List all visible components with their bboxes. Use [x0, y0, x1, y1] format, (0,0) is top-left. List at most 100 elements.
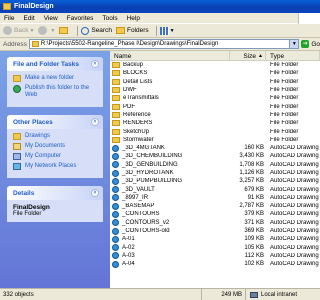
toolbar-separator — [77, 25, 79, 36]
file-size: 379 KB — [244, 211, 264, 218]
views-button[interactable]: ▼ — [159, 26, 175, 35]
menu-help[interactable]: Help — [127, 15, 140, 22]
file-row[interactable]: Reference File Folder — [110, 111, 320, 119]
menu-view[interactable]: View — [44, 15, 58, 22]
file-row[interactable]: _8997_IR 91 KB AutoCAD Drawing — [110, 194, 320, 202]
file-row[interactable]: _CONTOURS_v2 371 KB AutoCAD Drawing — [110, 219, 320, 227]
file-name: PDF — [123, 103, 135, 110]
file-name-cell: _3D_GENBUILDING — [110, 161, 230, 169]
place-my-network-places[interactable]: My Network Places — [13, 163, 97, 170]
chevron-down-icon[interactable]: ▼ — [289, 40, 299, 48]
file-row[interactable]: _CONTOURS 379 KB AutoCAD Drawing — [110, 210, 320, 218]
place-label: My Documents — [25, 143, 66, 149]
folder-icon — [112, 62, 120, 69]
status-size: 249 MB — [202, 288, 246, 300]
file-row[interactable]: Stormwater File Folder — [110, 136, 320, 144]
address-value: R:\Projects\5502-Rangeline_Phase I\Desig… — [40, 41, 219, 47]
file-row[interactable]: eTransmittals File Folder — [110, 94, 320, 102]
task-label: Make a new folder — [25, 75, 75, 81]
file-row[interactable]: _3D_VAULT 679 KB AutoCAD Drawing — [110, 185, 320, 194]
file-type: AutoCAD Drawing — [270, 178, 319, 185]
menu-tools[interactable]: Tools — [102, 15, 117, 22]
file-row[interactable]: A-03 112 KB AutoCAD Drawing — [110, 252, 320, 260]
task-make-new-folder[interactable]: Make a new folder — [13, 75, 97, 82]
task-publish-to-web[interactable]: Publish this folder to the Web — [13, 85, 97, 99]
file-type: AutoCAD Drawing — [270, 211, 319, 218]
column-name[interactable]: Name — [110, 51, 230, 61]
autocad-drawing-icon — [112, 161, 119, 169]
address-label: Address — [3, 40, 27, 48]
file-name: Stormwater — [123, 136, 154, 143]
address-input[interactable]: R:\Projects\5502-Rangeline_Phase I\Desig… — [28, 39, 300, 49]
autocad-drawing-icon — [112, 235, 119, 243]
file-name-cell: Reference — [110, 111, 230, 118]
file-list: Name Size ▲ Type Backup File Folder BLOCKS F… — [110, 51, 320, 288]
other-places-header[interactable]: Other Places ˄ — [7, 115, 103, 129]
autocad-drawing-icon — [112, 260, 119, 268]
go-button[interactable]: ➔ Go — [301, 40, 320, 48]
file-name: _3D_4MGTANK — [122, 145, 165, 152]
file-name-cell: A-02 — [110, 244, 230, 252]
file-folder-tasks-header[interactable]: File and Folder Tasks ˄ — [7, 57, 103, 71]
file-name-cell: Backup — [110, 62, 230, 69]
place-drawings[interactable]: Drawings — [13, 133, 97, 140]
search-button[interactable]: Search — [81, 26, 112, 35]
file-row[interactable]: A-02 105 KB AutoCAD Drawing — [110, 244, 320, 252]
file-row[interactable]: A-04 102 KB AutoCAD Drawing — [110, 260, 320, 268]
column-type-label: Type — [270, 52, 285, 60]
file-row[interactable]: RENDERS File Folder — [110, 119, 320, 127]
autocad-drawing-icon — [112, 169, 119, 177]
menu-edit[interactable]: Edit — [23, 15, 34, 22]
file-row[interactable]: _3D_4MGTANK 160 KB AutoCAD Drawing — [110, 144, 320, 152]
file-name-cell: Detail Lists — [110, 78, 230, 85]
folders-icon — [115, 27, 125, 34]
file-type: AutoCAD Drawing — [270, 161, 319, 168]
file-row[interactable]: Detail Lists File Folder — [110, 78, 320, 86]
back-button[interactable]: Back ▼ — [3, 26, 34, 35]
file-name-cell: _8997_IR — [110, 194, 230, 202]
file-row[interactable]: A-01 109 KB AutoCAD Drawing — [110, 235, 320, 243]
file-name-cell: _3D_VAULT — [110, 186, 230, 194]
menu-favorites[interactable]: Favorites — [67, 15, 94, 22]
file-row[interactable]: Backup File Folder — [110, 61, 320, 69]
file-size: 2,787 KB — [239, 203, 264, 210]
column-size[interactable]: Size ▲ — [230, 51, 266, 61]
forward-button[interactable]: ▼ — [38, 26, 55, 35]
details-name: FinalDesign — [13, 204, 50, 211]
file-row[interactable]: SketchUp File Folder — [110, 127, 320, 135]
details-header[interactable]: Details ˄ — [7, 186, 103, 200]
file-row[interactable]: PDF File Folder — [110, 102, 320, 110]
file-row[interactable]: _3D_GENBUILDING 1,708 KB AutoCAD Drawing — [110, 161, 320, 169]
folder-icon — [31, 41, 39, 47]
collapse-icon[interactable]: ˄ — [91, 60, 99, 68]
windows-logo-icon — [298, 13, 320, 24]
back-label: Back — [14, 27, 29, 34]
file-row[interactable]: DWF File Folder — [110, 86, 320, 94]
file-type: AutoCAD Drawing — [270, 244, 319, 251]
file-size: 1,708 KB — [239, 161, 264, 168]
autocad-drawing-icon — [112, 202, 119, 210]
file-name-cell: _BASEMAP — [110, 202, 230, 210]
menu-file[interactable]: File — [4, 15, 14, 22]
collapse-icon[interactable]: ˄ — [91, 118, 99, 126]
place-my-documents[interactable]: My Documents — [13, 143, 97, 150]
file-row[interactable]: _CONTOURS-old 369 KB AutoCAD Drawing — [110, 227, 320, 235]
file-row[interactable]: _BASEMAP 2,787 KB AutoCAD Drawing — [110, 202, 320, 210]
file-size: 91 KB — [247, 194, 264, 201]
file-row[interactable]: _3D_PUMPBUILDING 3,257 KB AutoCAD Drawing — [110, 177, 320, 185]
file-row[interactable]: _3D_HYDROTANK 1,126 KB AutoCAD Drawing — [110, 169, 320, 177]
column-size-label: Size — [243, 52, 257, 60]
up-folder-button[interactable] — [59, 27, 70, 34]
file-row[interactable]: _3D_CHEMBUILDING 3,430 KB AutoCAD Drawing — [110, 152, 320, 160]
file-name: BLOCKS — [123, 70, 148, 77]
folders-button[interactable]: Folders — [115, 27, 149, 34]
column-type[interactable]: Type — [266, 51, 320, 61]
status-object-count: 332 objects — [0, 288, 202, 300]
file-name: _3D_VAULT — [122, 186, 155, 193]
file-name-cell: _3D_4MGTANK — [110, 144, 230, 152]
file-row[interactable]: BLOCKS File Folder — [110, 69, 320, 77]
folder-icon — [112, 120, 120, 127]
place-my-computer[interactable]: My Computer — [13, 153, 97, 160]
file-size: 679 KB — [244, 186, 264, 193]
collapse-icon[interactable]: ˄ — [91, 189, 99, 197]
